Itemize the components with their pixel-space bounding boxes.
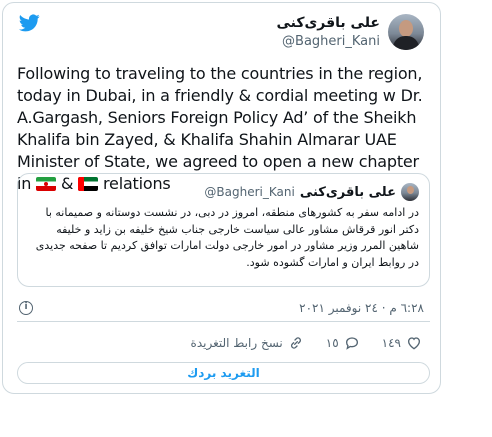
- tweet-actions: ١٤٩ ١٥ نسخ رابط التغريدة: [191, 333, 422, 353]
- divider: [17, 321, 430, 322]
- reply-action[interactable]: ١٥: [326, 335, 360, 351]
- quoted-avatar: [401, 183, 419, 201]
- twitter-bird-icon[interactable]: [19, 14, 40, 32]
- reply-count: ١٥: [325, 336, 339, 350]
- like-count: ١٤٩: [381, 336, 401, 350]
- heart-icon: [407, 337, 421, 350]
- quoted-tweet[interactable]: @Bagheri_Kani علی باقری‌کنی در ادامه سفر…: [17, 173, 430, 287]
- author-names: علی باقری‌کنی @Bagheri_Kani: [276, 14, 380, 51]
- reply-button[interactable]: التغريد بردك: [17, 362, 430, 384]
- copy-link-button[interactable]: نسخ رابط التغريدة: [191, 335, 304, 351]
- author-handle[interactable]: @Bagheri_Kani: [276, 33, 380, 51]
- like-button[interactable]: ١٤٩: [382, 335, 422, 351]
- reply-icon: [345, 337, 358, 350]
- author-display-name[interactable]: علی باقری‌کنی: [276, 14, 380, 33]
- quoted-tweet-text: در ادامه سفر به کشورهای منطقه، امروز در …: [35, 206, 419, 269]
- copy-link-label: نسخ رابط التغريدة: [190, 336, 283, 350]
- quoted-author-name: علی باقری‌کنی: [299, 184, 396, 200]
- tweet-author[interactable]: علی باقری‌کنی @Bagheri_Kani: [276, 12, 424, 52]
- info-icon[interactable]: i: [19, 301, 33, 315]
- embedded-tweet-card: علی باقری‌کنی @Bagheri_Kani Following to…: [2, 2, 441, 394]
- quoted-author-handle: @Bagheri_Kani: [204, 185, 295, 199]
- quoted-tweet-header: @Bagheri_Kani علی باقری‌کنی: [204, 183, 419, 201]
- link-icon: [290, 337, 301, 349]
- tweet-timestamp[interactable]: ٦:٢٨ م · ٢٤ نوفمبر ٢٠٢١: [299, 301, 424, 315]
- avatar[interactable]: [388, 14, 424, 50]
